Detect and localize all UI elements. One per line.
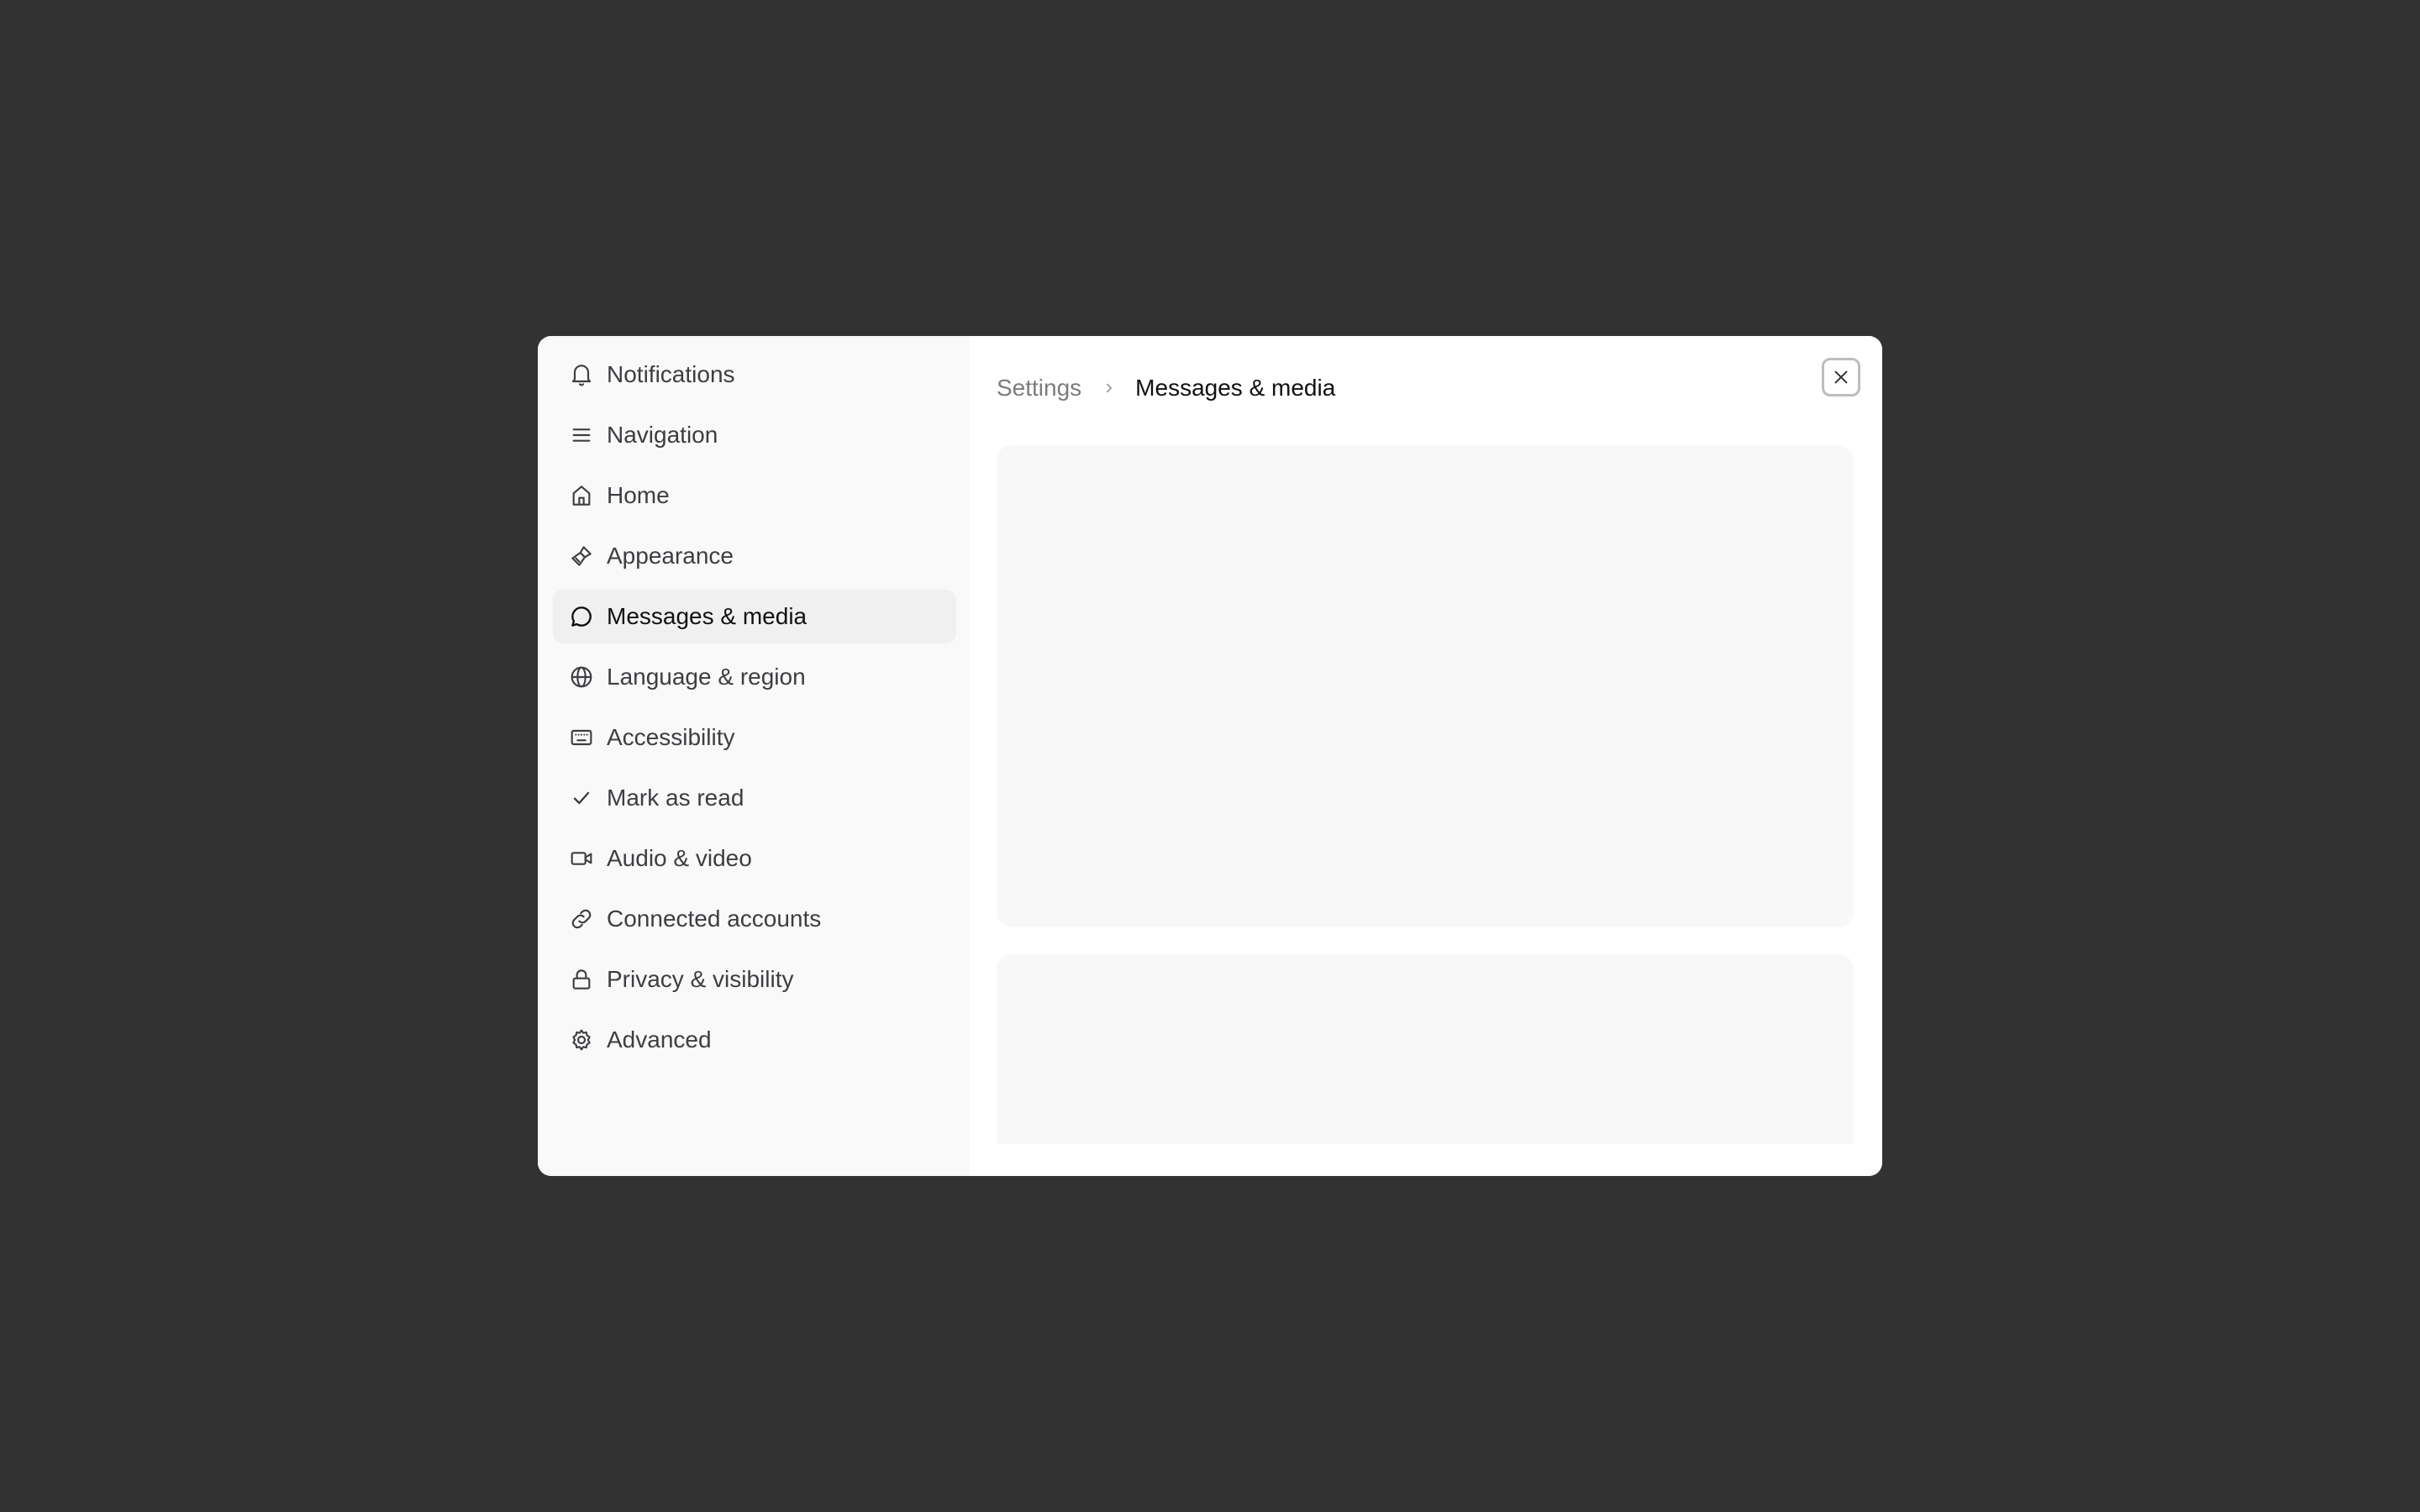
settings-card-placeholder xyxy=(997,954,1854,1144)
bell-icon xyxy=(568,361,595,388)
keyboard-icon xyxy=(568,724,595,751)
sidebar-item-label: Accessibility xyxy=(607,724,735,750)
settings-content: Settings Messages & media xyxy=(970,336,1882,1176)
sidebar-item-label: Navigation xyxy=(607,422,718,448)
sidebar-item-connected-accounts[interactable]: Connected accounts xyxy=(553,892,956,946)
sidebar-item-privacy-visibility[interactable]: Privacy & visibility xyxy=(553,953,956,1006)
home-icon xyxy=(568,482,595,509)
sidebar-item-appearance[interactable]: Appearance xyxy=(553,529,956,583)
sidebar-item-label: Audio & video xyxy=(607,845,752,871)
breadcrumb-settings-link[interactable]: Settings xyxy=(997,375,1081,402)
sidebar-item-messages-media[interactable]: Messages & media xyxy=(553,590,956,643)
sidebar-item-label: Connected accounts xyxy=(607,906,822,932)
sidebar-item-home[interactable]: Home xyxy=(553,469,956,522)
sidebar-item-mark-as-read[interactable]: Mark as read xyxy=(553,771,956,825)
close-button[interactable] xyxy=(1822,358,1860,396)
chevron-right-icon xyxy=(1102,381,1117,396)
sidebar-item-label: Language & region xyxy=(607,664,806,690)
check-icon xyxy=(568,785,595,811)
sidebar-item-advanced[interactable]: Advanced xyxy=(553,1013,956,1067)
sidebar-item-navigation[interactable]: Navigation xyxy=(553,408,956,462)
settings-card-placeholder xyxy=(997,445,1854,927)
message-circle-icon xyxy=(568,603,595,630)
sidebar-item-language-region[interactable]: Language & region xyxy=(553,650,956,704)
paintbrush-icon xyxy=(568,543,595,570)
link-icon xyxy=(568,906,595,932)
video-icon xyxy=(568,845,595,872)
breadcrumb: Settings Messages & media xyxy=(997,375,1335,402)
sidebar-item-label: Notifications xyxy=(607,361,735,387)
sidebar-item-label: Privacy & visibility xyxy=(607,966,794,992)
sidebar-item-label: Messages & media xyxy=(607,603,808,629)
lock-icon xyxy=(568,966,595,993)
sidebar-item-label: Advanced xyxy=(607,1026,712,1053)
settings-sidebar: Notifications Navigation Home Appearance xyxy=(538,336,970,1176)
sidebar-item-label: Appearance xyxy=(607,543,734,569)
sidebar-item-label: Home xyxy=(607,482,670,508)
breadcrumb-current-page: Messages & media xyxy=(1135,375,1336,401)
menu-icon xyxy=(568,422,595,449)
sidebar-item-notifications[interactable]: Notifications xyxy=(553,348,956,402)
sidebar-item-accessibility[interactable]: Accessibility xyxy=(553,711,956,764)
sidebar-item-audio-video[interactable]: Audio & video xyxy=(553,832,956,885)
gear-icon xyxy=(568,1026,595,1053)
sidebar-item-label: Mark as read xyxy=(607,785,744,811)
close-icon xyxy=(1832,368,1850,386)
settings-dialog: Notifications Navigation Home Appearance xyxy=(538,336,1882,1176)
globe-icon xyxy=(568,664,595,690)
